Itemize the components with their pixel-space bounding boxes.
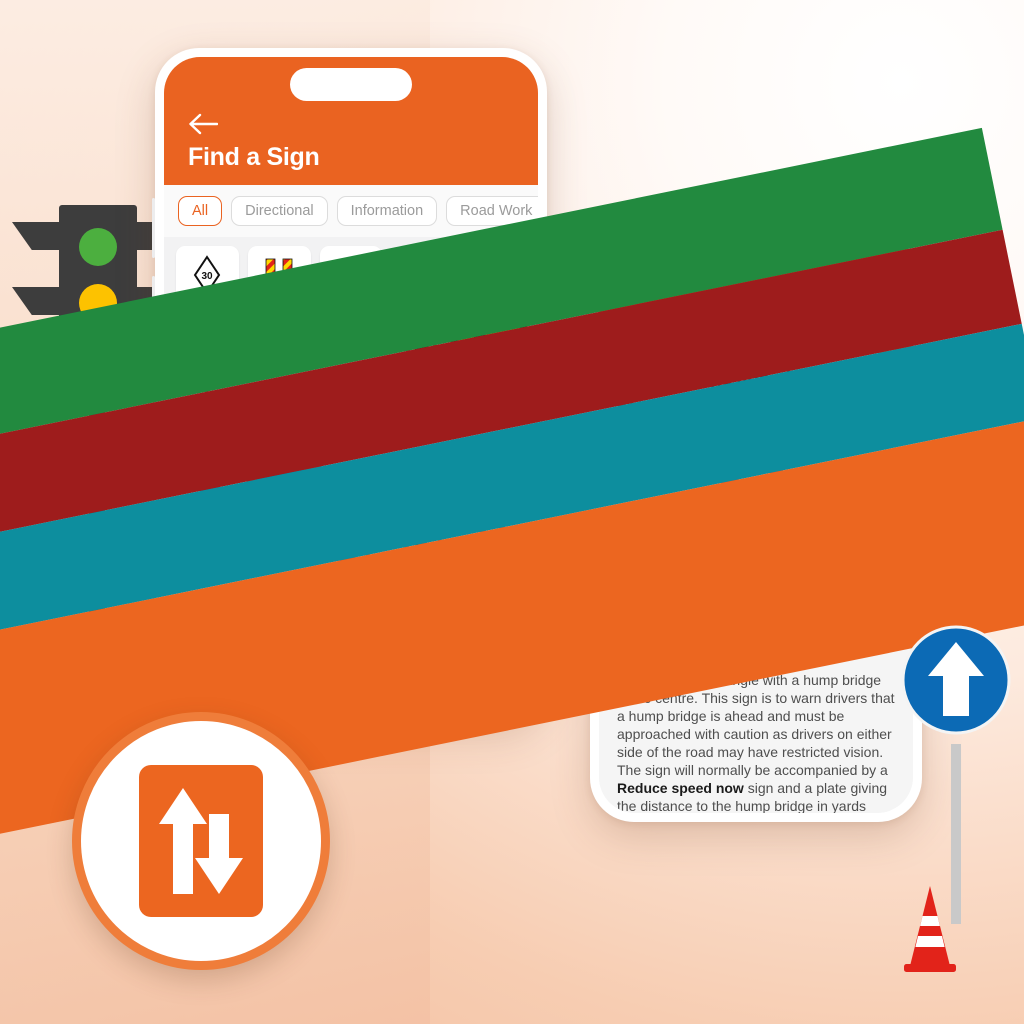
back-arrow-icon[interactable] (188, 113, 218, 135)
filter-chip-directional[interactable]: Directional (231, 196, 328, 226)
svg-text:30: 30 (202, 271, 214, 282)
phone-side-button[interactable] (152, 198, 155, 258)
page-title: Find a Sign (188, 143, 320, 171)
traffic-cone (898, 882, 962, 972)
screenshot-root: Find a Sign All Directional Information … (0, 0, 1024, 1024)
traffic-light-green-lamp (79, 228, 117, 266)
phone1-header: Find a Sign (164, 57, 538, 185)
ahead-only-sign (900, 624, 1012, 924)
app-logo (72, 712, 330, 970)
dynamic-island (290, 68, 412, 101)
two-way-arrows-icon (139, 765, 263, 917)
filter-chip-all[interactable]: All (178, 196, 223, 226)
filter-chip-information[interactable]: Information (336, 196, 438, 226)
